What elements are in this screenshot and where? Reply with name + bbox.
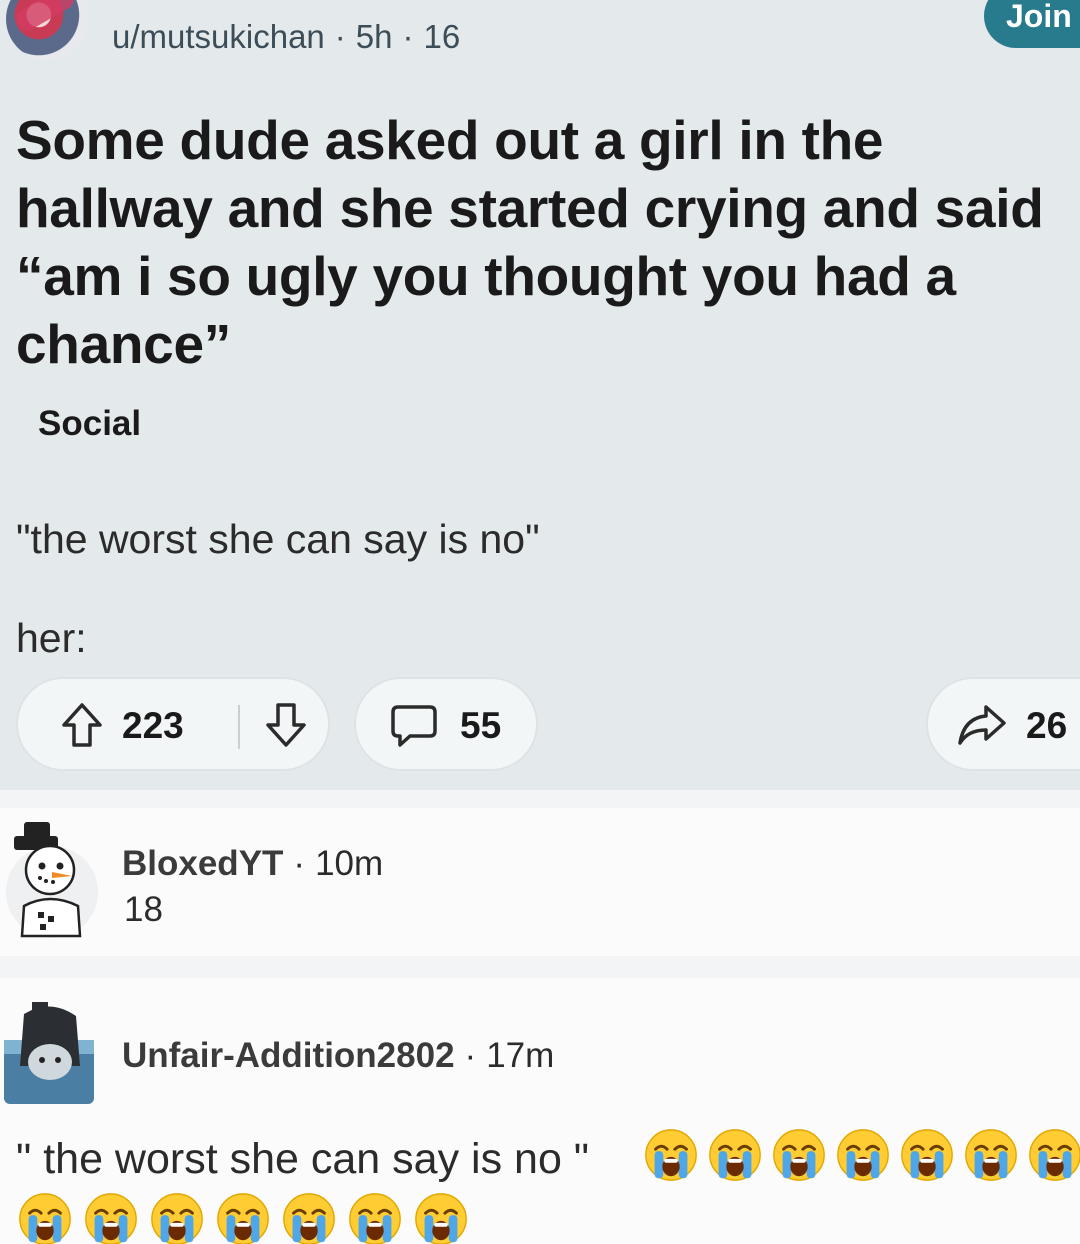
loudly-crying-face-emoji — [148, 1190, 206, 1244]
upvote-arrow-icon[interactable] — [60, 701, 104, 754]
loudly-crying-face-emoji — [82, 1190, 140, 1244]
comment-author[interactable]: Unfair-Addition2802 — [122, 1036, 455, 1075]
join-button[interactable]: Join — [984, 0, 1080, 48]
comment-meta: Unfair-Addition2802 · 17m — [122, 1036, 554, 1076]
vote-divider — [238, 705, 240, 749]
loudly-crying-face-emoji — [16, 1190, 74, 1244]
snowman-avatar-icon[interactable] — [0, 818, 100, 938]
loudly-crying-face-emoji — [412, 1190, 470, 1244]
ghost-avatar-icon[interactable] — [2, 996, 98, 1108]
post-title[interactable]: Some dude asked out a girl in the hallwa… — [16, 106, 1076, 378]
comment-age: 10m — [315, 844, 384, 883]
comment-author[interactable]: BloxedYT — [122, 844, 283, 883]
vote-bar: 223 — [16, 677, 330, 771]
loudly-crying-face-emoji — [962, 1126, 1020, 1189]
downvote-arrow-icon[interactable] — [264, 701, 308, 754]
separator-dot: · — [464, 1036, 477, 1075]
post-age: 5h — [355, 18, 393, 55]
avatar-art — [12, 0, 78, 35]
loudly-crying-face-emoji — [214, 1190, 272, 1244]
comment-item: Unfair-Addition2802 · 17m " the worst she … — [0, 978, 1080, 1244]
emoji-row — [16, 1190, 470, 1244]
emoji-row — [642, 1126, 1080, 1189]
post-author[interactable]: u/mutsukichan — [112, 18, 325, 55]
comment-item: BloxedYT · 10m 18 — [0, 808, 1080, 956]
comments-button[interactable]: 55 — [354, 677, 538, 771]
loudly-crying-face-emoji — [706, 1126, 764, 1189]
loudly-crying-face-emoji — [642, 1126, 700, 1189]
post-meta: u/mutsukichan · 5h · 16 — [112, 18, 460, 56]
comment-count: 55 — [460, 705, 502, 746]
loudly-crying-face-emoji — [770, 1126, 828, 1189]
share-button[interactable]: 26 — [926, 677, 1080, 771]
loudly-crying-face-emoji — [898, 1126, 956, 1189]
post-flair[interactable]: Social — [38, 404, 141, 444]
post-header: u/mutsukichan · 5h · 16 Join — [0, 0, 1080, 80]
loudly-crying-face-emoji — [280, 1190, 338, 1244]
post-meta-count: 16 — [423, 18, 461, 55]
comment-bubble-icon — [390, 703, 438, 754]
separator-dot: · — [293, 844, 306, 883]
post-body-line: "the worst she can say is no" — [16, 516, 540, 562]
separator-dot: · — [334, 18, 346, 55]
comment-age: 17m — [486, 1036, 555, 1075]
separator-dot: · — [402, 18, 414, 55]
loudly-crying-face-emoji — [346, 1190, 404, 1244]
upvote-count: 223 — [122, 705, 184, 746]
share-count: 26 — [1026, 705, 1068, 746]
share-arrow-icon — [956, 703, 1008, 752]
post-card[interactable]: u/mutsukichan · 5h · 16 Join Some dude asked… — [0, 0, 1080, 790]
post-body-line: her: — [16, 615, 87, 661]
comment-meta: BloxedYT · 10m — [122, 844, 383, 884]
loudly-crying-face-emoji — [834, 1126, 892, 1189]
comment-text: 18 — [124, 890, 163, 929]
loudly-crying-face-emoji — [1026, 1126, 1080, 1189]
op-avatar[interactable] — [6, 0, 88, 60]
